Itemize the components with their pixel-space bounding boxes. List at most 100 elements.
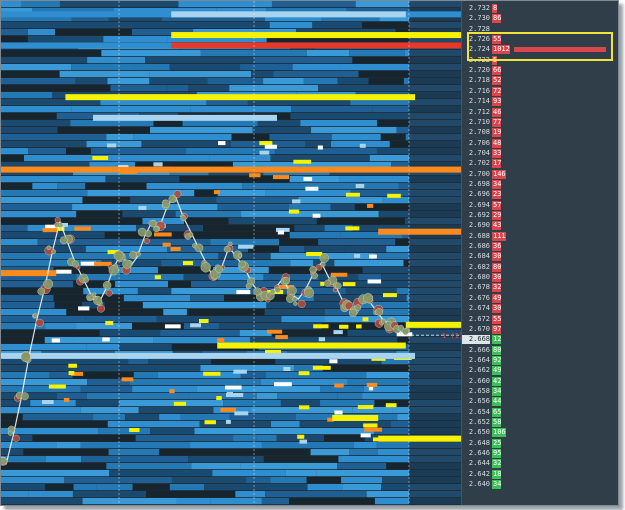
ladder-row[interactable]: 2.708 19 <box>462 128 618 138</box>
bid-volume: 44 <box>492 397 502 407</box>
ask-volume: 30 <box>492 304 502 314</box>
ladder-row[interactable]: 2.726 55 <box>462 35 618 45</box>
liquidity-cell <box>57 127 151 134</box>
liquidity-spot <box>74 226 91 231</box>
ladder-row[interactable]: 2.650 106 <box>462 428 618 438</box>
ladder-row[interactable]: 2.700 146 <box>462 169 618 179</box>
trade-bubble <box>269 289 276 295</box>
liquidity-cell <box>409 477 461 484</box>
ladder-row[interactable]: 2.714 93 <box>462 97 618 107</box>
liquidity-cell <box>377 449 409 456</box>
ladder-row[interactable]: 2.666 80 <box>462 345 618 355</box>
liquidity-spot <box>121 377 134 382</box>
liquidity-cell <box>59 71 150 78</box>
liquidity-heatmap[interactable]: 1 (1) <box>1 1 461 505</box>
ladder-row[interactable]: 2.682 80 <box>462 262 618 272</box>
ladder-row[interactable]: 2.680 30 <box>462 273 618 283</box>
trade-bubble <box>274 286 281 293</box>
liquidity-cell <box>256 393 278 400</box>
ladder-row[interactable]: 2.670 97 <box>462 324 618 334</box>
trade-bubble <box>188 232 194 237</box>
liquidity-spot <box>385 403 397 408</box>
ladder-row[interactable]: 2.722 5 <box>462 55 618 65</box>
liquidity-cell <box>1 281 74 288</box>
ladder-row[interactable]: 2.688 111 <box>462 231 618 241</box>
ladder-row[interactable]: 2.712 46 <box>462 107 618 117</box>
ladder-row[interactable]: 2.648 25 <box>462 438 618 448</box>
ladder-row[interactable]: 2.704 33 <box>462 148 618 158</box>
ladder-row[interactable]: 2.668 12 <box>462 335 618 345</box>
trade-bubble <box>293 301 298 306</box>
liquidity-cell <box>303 78 338 85</box>
ladder-row[interactable]: 2.724 1012 <box>462 45 618 55</box>
ladder-row[interactable]: 2.658 34 <box>462 386 618 396</box>
liquidity-cell <box>76 274 184 281</box>
liquidity-spot <box>274 382 292 387</box>
price-label: 2.732 <box>468 4 490 12</box>
liquidity-cell <box>107 421 200 428</box>
ladder-row[interactable]: 2.696 23 <box>462 190 618 200</box>
ladder-row[interactable]: 2.710 77 <box>462 117 618 127</box>
ladder-row[interactable]: 2.664 92 <box>462 355 618 365</box>
ladder-row[interactable]: 2.642 18 <box>462 469 618 479</box>
ladder-row[interactable]: 2.654 65 <box>462 407 618 417</box>
ladder-row[interactable]: 2.656 44 <box>462 397 618 407</box>
liquidity-cell <box>409 302 461 309</box>
ladder-row[interactable]: 2.732 8 <box>462 4 618 13</box>
ladder-row[interactable]: 2.730 86 <box>462 14 618 24</box>
liquidity-cell <box>409 407 461 414</box>
ladder-row[interactable]: 2.728 <box>462 25 618 34</box>
liquidity-cell <box>1 183 33 190</box>
liquidity-cell <box>311 183 399 190</box>
ladder-row[interactable]: 2.706 48 <box>462 138 618 148</box>
ladder-row[interactable]: 2.644 32 <box>462 459 618 469</box>
price-ladder[interactable]: 2.732 8 2.730 86 2.728 2.726 55 2.724 1012 2.722 5… <box>461 1 618 505</box>
price-label: 2.688 <box>468 231 490 240</box>
ladder-row[interactable]: 2.684 30 <box>462 252 618 262</box>
liquidity-cell <box>316 218 405 225</box>
liquidity-cell <box>134 64 170 71</box>
liquidity-cell <box>1 295 54 302</box>
ladder-row[interactable]: 2.694 57 <box>462 200 618 210</box>
price-label: 2.704 <box>468 148 490 157</box>
ladder-row[interactable]: 2.720 66 <box>462 66 618 76</box>
liquidity-cell <box>395 239 409 246</box>
price-label: 2.674 <box>468 304 490 313</box>
liquidity-spot <box>169 389 175 394</box>
ladder-row[interactable]: 2.690 43 <box>462 221 618 231</box>
ladder-row[interactable]: 2.686 36 <box>462 242 618 252</box>
ladder-row[interactable]: 2.716 72 <box>462 86 618 96</box>
heatmap-canvas: 1 (1) <box>1 1 461 505</box>
ask-volume: 19 <box>492 128 502 138</box>
liquidity-spot <box>48 384 66 389</box>
ask-volume: 30 <box>492 252 502 262</box>
liquidity-spot <box>367 279 382 284</box>
bid-volume: 42 <box>492 376 502 386</box>
liquidity-cell <box>409 442 461 449</box>
ladder-row[interactable]: 2.640 34 <box>462 480 618 490</box>
trade-bubble <box>319 253 329 263</box>
ladder-row[interactable]: 2.676 49 <box>462 293 618 303</box>
ladder-row[interactable]: 2.698 34 <box>462 179 618 189</box>
ladder-row[interactable]: 2.692 29 <box>462 211 618 220</box>
liquidity-cell <box>256 435 277 442</box>
liquidity-cell <box>337 393 363 400</box>
ladder-row[interactable]: 2.674 30 <box>462 304 618 314</box>
ladder-row[interactable]: 2.646 95 <box>462 449 618 459</box>
liquidity-cell <box>354 204 409 211</box>
ladder-row[interactable]: 2.660 42 <box>462 376 618 386</box>
liquidity-cell <box>182 120 258 127</box>
liquidity-cell <box>289 232 341 239</box>
ladder-row[interactable]: 2.718 52 <box>462 76 618 86</box>
ladder-row[interactable]: 2.672 55 <box>462 314 618 324</box>
ladder-row[interactable]: 2.662 49 <box>462 366 618 376</box>
ladder-row[interactable]: 2.678 32 <box>462 283 618 293</box>
liquidity-cell <box>169 484 205 491</box>
ladder-row[interactable]: 2.702 17 <box>462 159 618 169</box>
liquidity-cell <box>119 400 224 407</box>
ladder-row[interactable]: 2.652 58 <box>462 418 618 427</box>
liquidity-cell <box>404 218 409 225</box>
liquidity-cell <box>39 316 86 323</box>
liquidity-cell <box>292 64 340 71</box>
liquidity-cell <box>1 197 83 204</box>
